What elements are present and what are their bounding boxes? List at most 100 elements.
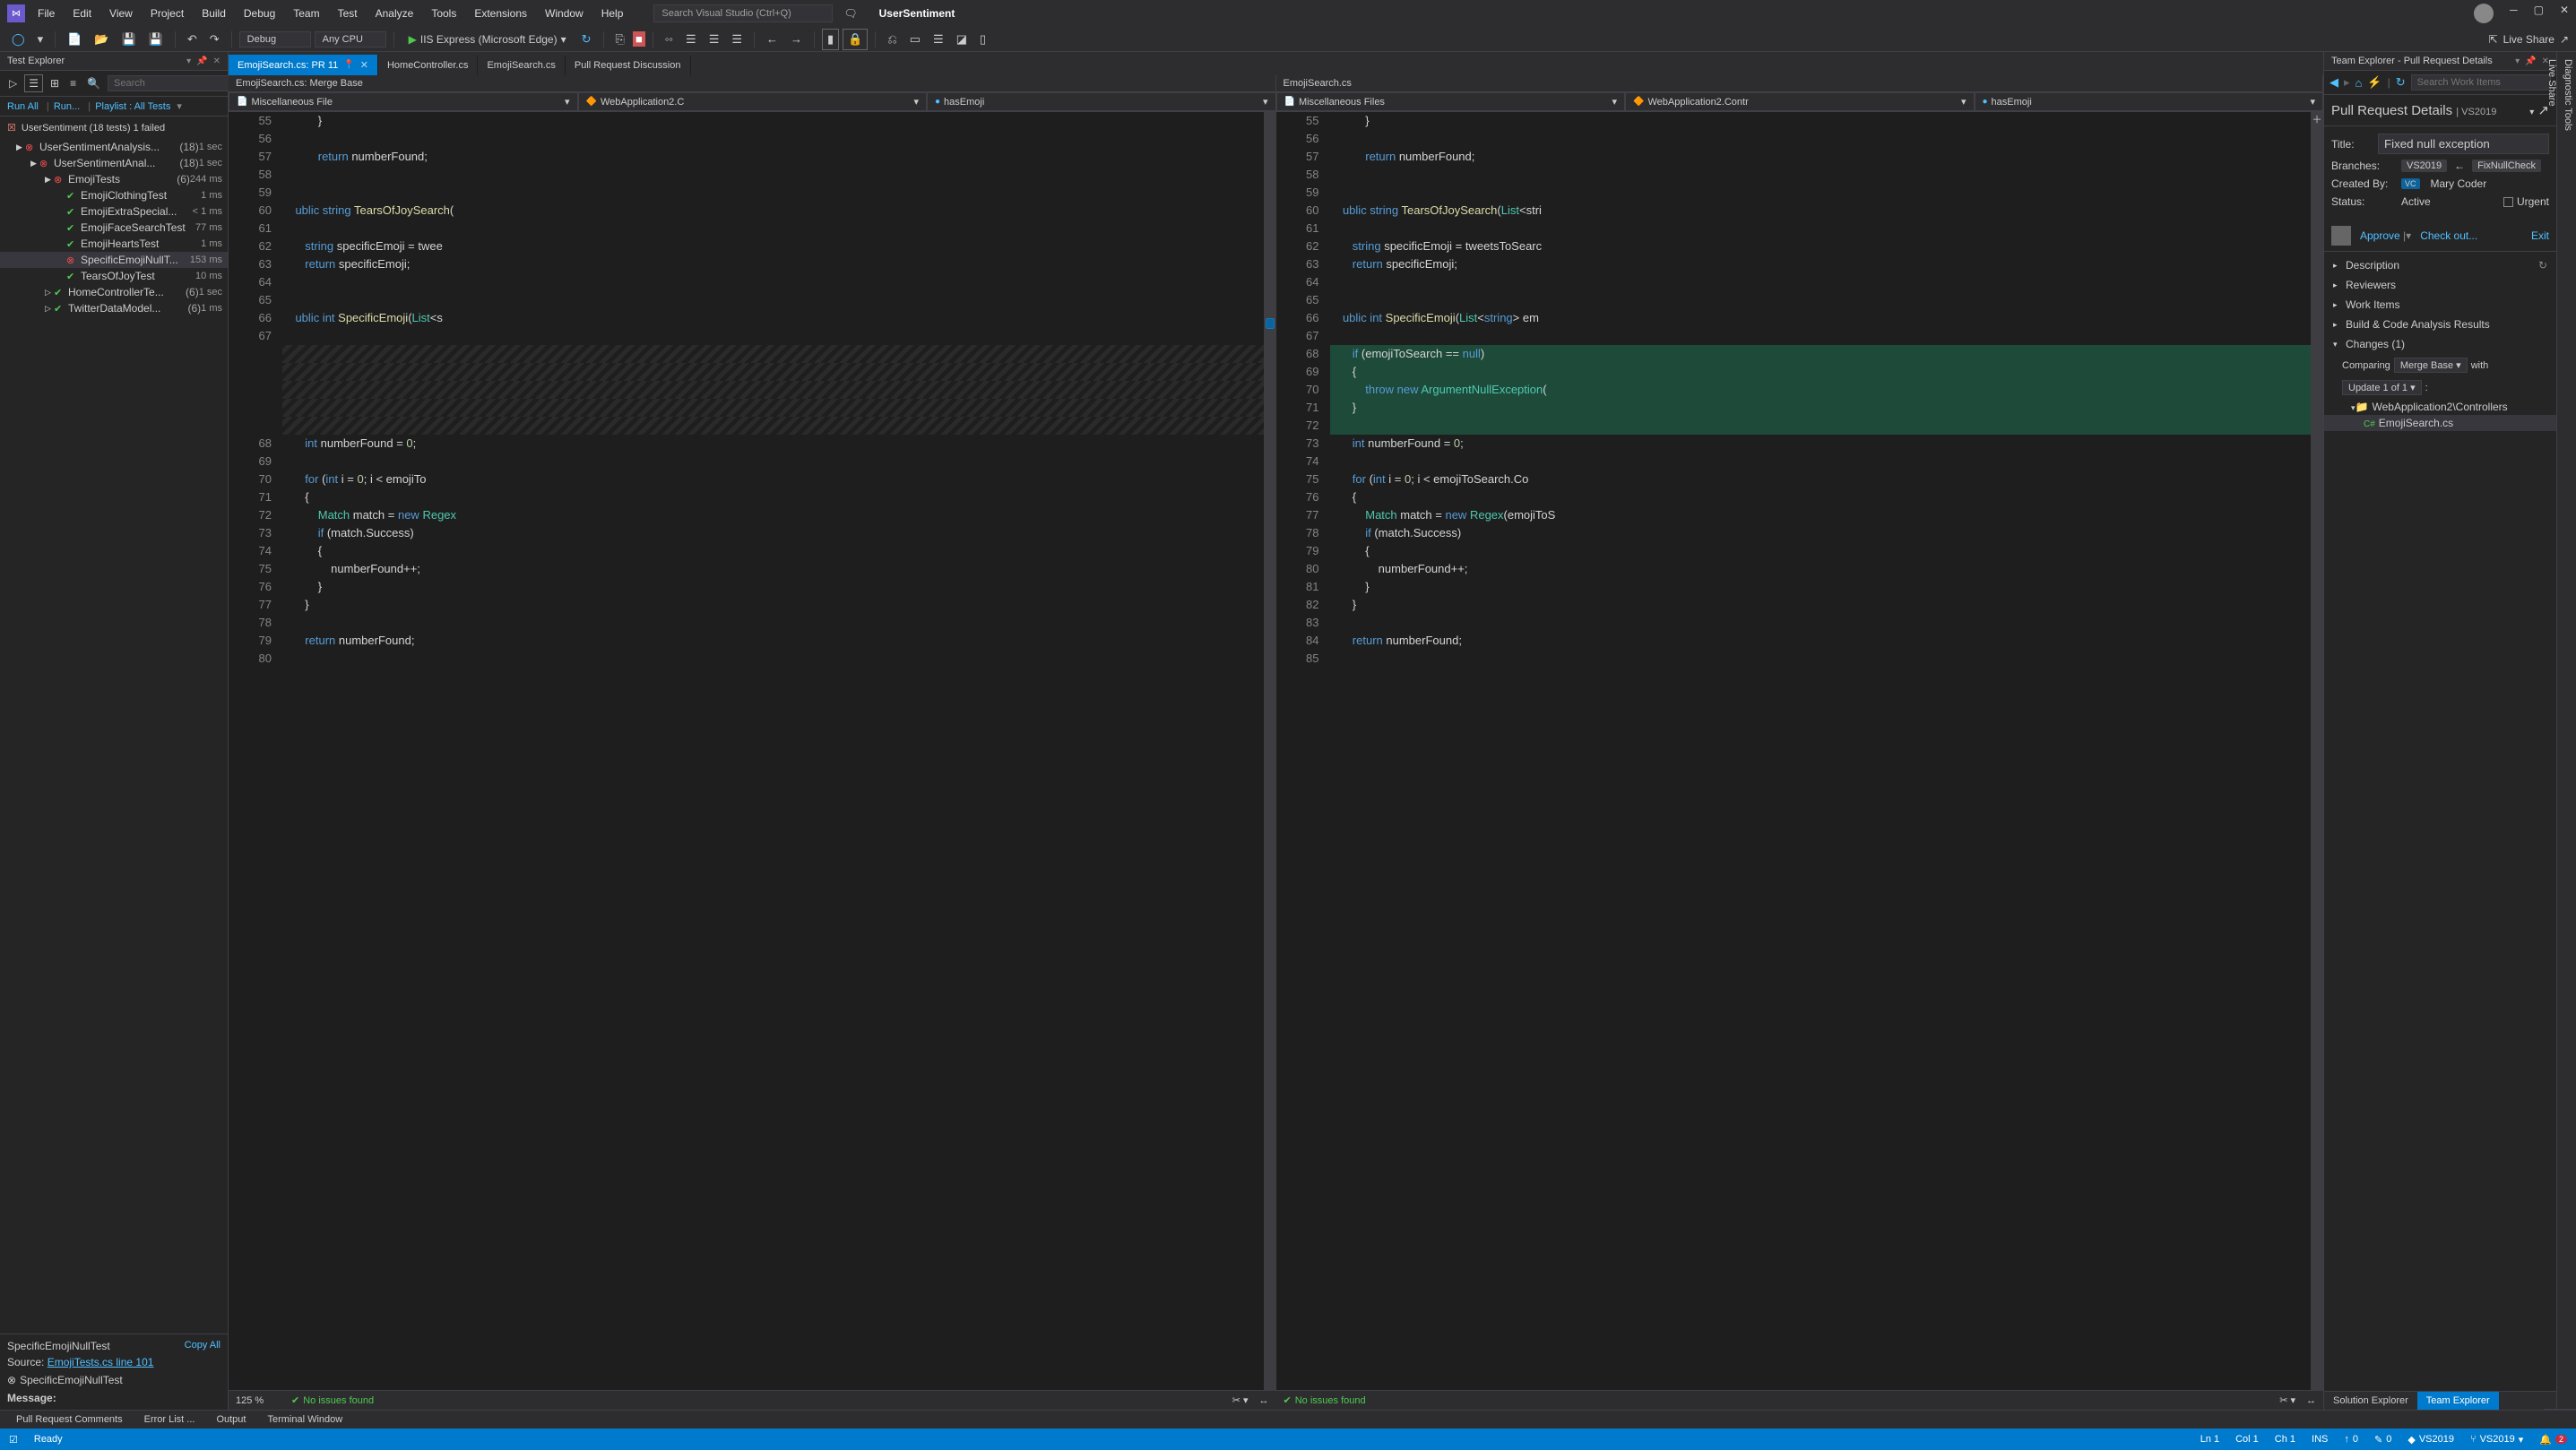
scrollbar[interactable] [1264, 112, 1276, 1390]
split-icon[interactable]: ✂ ▾ [2279, 1394, 2295, 1406]
split-icon[interactable]: ✂ ▾ [1232, 1394, 1249, 1406]
test-row[interactable]: ✔EmojiExtraSpecial...< 1 ms [0, 203, 228, 220]
menu-build[interactable]: Build [193, 4, 235, 23]
open-icon[interactable]: 📂 [90, 30, 113, 49]
lock-icon[interactable]: 🔒 [843, 29, 868, 50]
config-combo[interactable]: Debug [239, 31, 311, 47]
test-search-input[interactable] [108, 75, 247, 91]
toolbar-icon[interactable]: ☰ [705, 30, 724, 49]
nav-project-left[interactable]: 📄Miscellaneous File ▾ [229, 92, 578, 111]
forward-icon[interactable]: ▸ [2344, 75, 2350, 90]
file-tree-file[interactable]: C#EmojiSearch.cs [2324, 415, 2556, 431]
diff-right-pane[interactable]: 5556575859606162636465666768697071727374… [1276, 112, 2324, 1390]
home-icon[interactable]: ⌂ [2356, 76, 2363, 90]
pr-title-input[interactable] [2378, 134, 2549, 154]
dropdown-icon[interactable]: ▾ [2515, 56, 2520, 66]
pin-icon[interactable]: 📌 [2525, 56, 2536, 66]
menu-edit[interactable]: Edit [64, 4, 100, 23]
nav-fwd-icon[interactable]: ▾ [33, 30, 48, 49]
test-row[interactable]: ▷✔TwitterDataModel...(6)1 ms [0, 300, 228, 316]
share-icon[interactable]: ↗ [2560, 33, 2569, 46]
flag-icon[interactable]: ▯ [975, 30, 990, 49]
file-tree-folder[interactable]: ▾📁WebApplication2\Controllers [2324, 399, 2556, 415]
test-row[interactable]: ▶⊗UserSentimentAnal...(18)1 sec [0, 155, 228, 171]
diagnostic-tools-tab[interactable]: Diagnostic Tools [2560, 52, 2576, 1410]
git-icon[interactable]: ⎌ [883, 30, 901, 49]
refresh-icon[interactable]: ↻ [577, 30, 596, 49]
editor-tab[interactable]: HomeController.cs [378, 56, 478, 75]
flag-icon[interactable]: ◪ [952, 30, 972, 49]
menu-project[interactable]: Project [142, 4, 193, 23]
source-link[interactable]: EmojiTests.cs line 101 [48, 1356, 154, 1368]
undo-icon[interactable]: ↶ [183, 30, 202, 49]
nav-right-icon[interactable]: → [786, 30, 807, 48]
close-icon[interactable]: ✕ [360, 59, 368, 71]
editor-tab[interactable]: EmojiSearch.cs [478, 56, 565, 75]
step-icon-2[interactable]: ■ [633, 31, 645, 47]
ch-status[interactable]: Ch 1 [2275, 1434, 2295, 1446]
nav-back-icon[interactable]: ◯ [7, 30, 30, 49]
test-row[interactable]: ▶⊗UserSentimentAnalysis...(18)1 sec [0, 139, 228, 155]
pr-section[interactable]: ▸Build & Code Analysis Results [2324, 315, 2556, 334]
run-link[interactable]: Run... [54, 101, 80, 112]
test-row[interactable]: ✔EmojiHeartsTest1 ms [0, 236, 228, 252]
dropdown-icon[interactable]: ▾ [2529, 108, 2534, 117]
search-input[interactable]: Search Visual Studio (Ctrl+Q) [653, 4, 833, 22]
zoom-level[interactable]: 125 % [236, 1395, 281, 1406]
close-icon[interactable]: ✕ [213, 56, 220, 66]
nav-class-left[interactable]: 🔶WebApplication2.C▾ [578, 92, 928, 111]
menu-debug[interactable]: Debug [235, 4, 284, 23]
nav-project-right[interactable]: 📄Miscellaneous Files▾ [1276, 92, 1626, 111]
ln-status[interactable]: Ln 1 [2200, 1434, 2219, 1446]
test-row[interactable]: ▶⊗EmojiTests(6)244 ms [0, 171, 228, 187]
list-icon[interactable]: ≡ [66, 75, 80, 91]
redo-icon[interactable]: ↷ [205, 30, 224, 49]
toolbar-icon[interactable]: ☰ [727, 30, 747, 49]
nav-member-left[interactable]: ●hasEmoji▾ [927, 92, 1276, 111]
ins-status[interactable]: INS [2312, 1434, 2328, 1446]
menu-analyze[interactable]: Analyze [367, 4, 423, 23]
nav-member-right[interactable]: ●hasEmoji▾ [1975, 92, 2324, 111]
filter-icon[interactable]: ⊞ [47, 75, 63, 91]
nav-left-icon[interactable]: ← [762, 30, 782, 48]
group-icon[interactable]: ☰ [24, 74, 43, 92]
test-tree[interactable]: ▶⊗UserSentimentAnalysis...(18)1 sec▶⊗Use… [0, 139, 228, 1333]
live-share-button[interactable]: Live Share [2503, 33, 2554, 46]
col-status[interactable]: Col 1 [2235, 1434, 2259, 1446]
test-row[interactable]: ✔EmojiClothingTest1 ms [0, 187, 228, 203]
new-icon[interactable]: 📄 [63, 30, 86, 49]
work-items-search[interactable] [2411, 74, 2551, 91]
menu-window[interactable]: Window [536, 4, 592, 23]
run-icon[interactable]: ▷ [5, 75, 21, 91]
checkout-link[interactable]: Check out... [2420, 229, 2477, 242]
bottom-tab[interactable]: Terminal Window [258, 1412, 351, 1427]
dropdown-icon[interactable]: ▾ [186, 56, 191, 66]
scrollbar[interactable] [2311, 112, 2323, 1390]
branch-target[interactable]: VS2019 [2401, 160, 2447, 172]
menu-tools[interactable]: Tools [422, 4, 465, 23]
run-all-link[interactable]: Run All [7, 101, 39, 112]
highlight-icon-1[interactable]: ▮ [822, 29, 839, 50]
add-pane-icon[interactable]: ＋ [2311, 114, 2323, 126]
pr-section[interactable]: ▸Work Items [2324, 295, 2556, 315]
bottom-tab[interactable]: Pull Request Comments [7, 1412, 132, 1427]
window-icon[interactable]: ▭ [905, 30, 925, 49]
toolbar-icon[interactable]: ☰ [681, 30, 701, 49]
feedback-icon[interactable]: 🗨 [843, 7, 857, 20]
pr-section[interactable]: ▸Reviewers [2324, 275, 2556, 295]
bookmark-icon[interactable]: ☰ [929, 30, 948, 49]
test-row[interactable]: ⊗SpecificEmojiNullT...153 ms [0, 252, 228, 268]
save-all-icon[interactable]: 💾 [144, 30, 168, 49]
notifications-icon[interactable]: 🔔2 [2539, 1434, 2567, 1446]
platform-combo[interactable]: Any CPU [315, 31, 386, 47]
approve-button[interactable]: Approve |▾ [2360, 229, 2411, 242]
run-button[interactable]: ▶ IIS Express (Microsoft Edge) ▾ [402, 30, 574, 48]
menu-view[interactable]: View [100, 4, 142, 23]
branch-source[interactable]: FixNullCheck [2472, 160, 2541, 172]
close-icon[interactable]: ✕ [2560, 4, 2569, 23]
playlist-link[interactable]: Playlist : All Tests [95, 101, 170, 112]
solution-explorer-tab[interactable]: Solution Explorer [2324, 1392, 2417, 1410]
live-share-icon[interactable]: ⇱ [2489, 33, 2498, 46]
menu-test[interactable]: Test [329, 4, 367, 23]
pin-icon[interactable]: 📍 [343, 60, 354, 70]
